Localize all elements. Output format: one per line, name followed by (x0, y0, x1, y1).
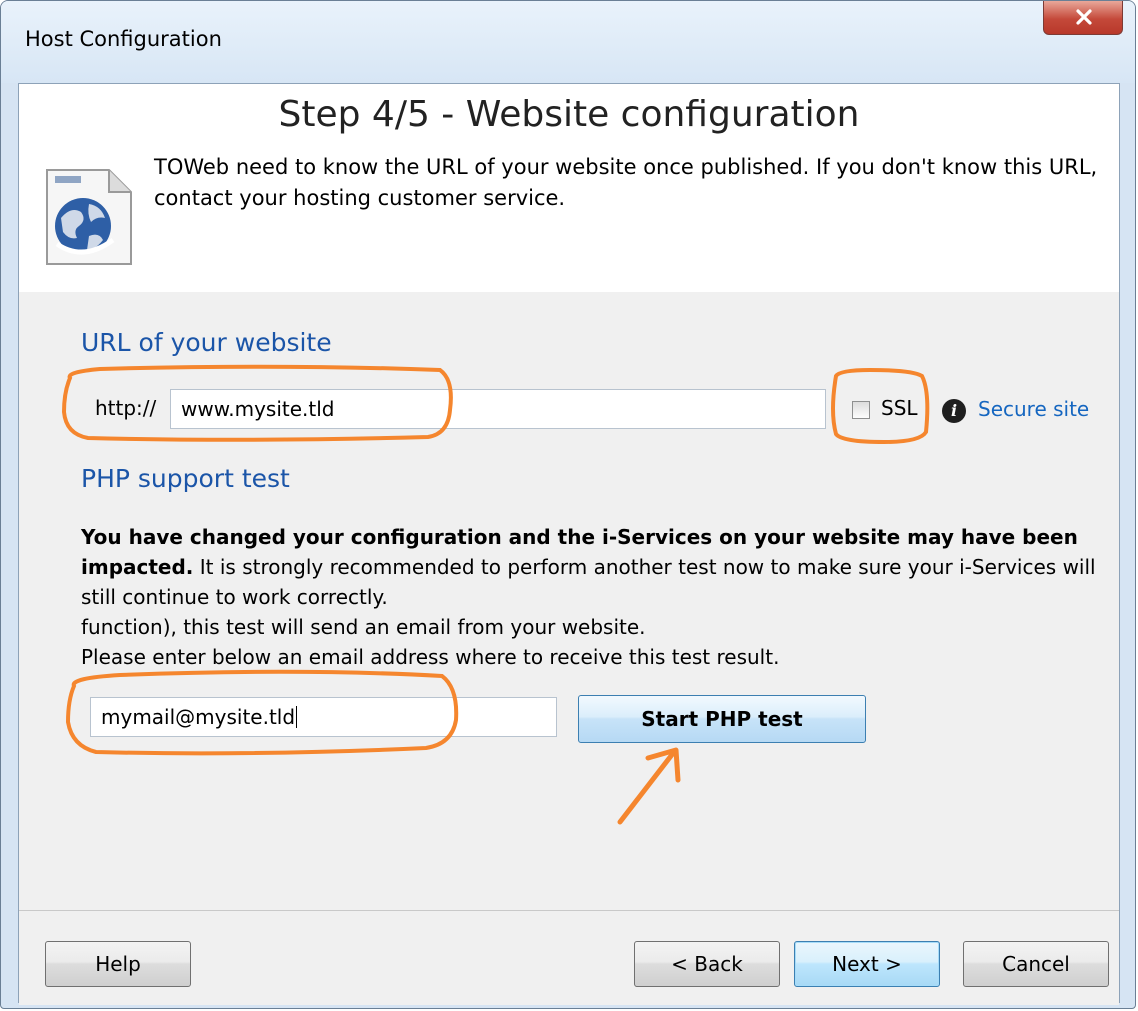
ssl-highlight-circle (831, 367, 930, 445)
url-highlight-circle (61, 364, 453, 442)
annotation-overlay (61, 364, 930, 825)
arrow-annotation-icon (617, 747, 681, 825)
email-highlight-circle (65, 669, 459, 756)
